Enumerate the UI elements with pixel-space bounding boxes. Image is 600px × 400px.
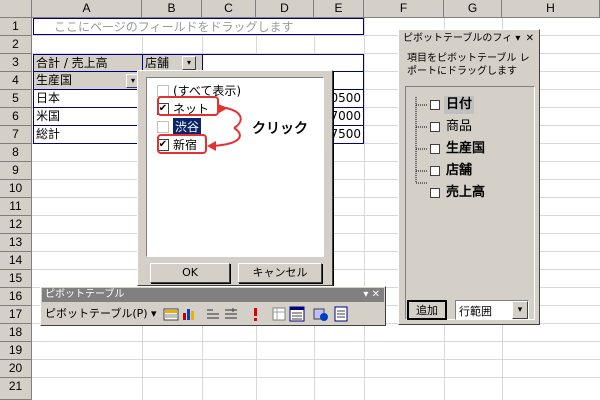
pivot-field-list-window: ピボットテーブルのフィ ▾ ✕ 項目をピボットテーブル レ ポートにドラッグしま… <box>398 29 540 325</box>
field-list-icon[interactable] <box>289 306 305 322</box>
pivot-grand-total-label[interactable]: 総計 <box>33 126 143 144</box>
row-header[interactable]: 17 <box>0 306 32 324</box>
ok-button[interactable]: OK <box>150 263 230 283</box>
refresh-icon[interactable] <box>247 306 263 322</box>
row-header[interactable]: 7 <box>0 126 32 144</box>
toolbar-window-controls[interactable]: ▾ ✕ <box>363 288 380 302</box>
row-header[interactable]: 16 <box>0 288 32 306</box>
row-header[interactable]: 5 <box>0 90 32 108</box>
row-header[interactable]: 12 <box>0 216 32 234</box>
toolbar-title: ピボットテーブル <box>45 289 125 300</box>
row-header[interactable]: 15 <box>0 270 32 288</box>
page-field-drop-zone[interactable]: ここにページのフィールドをドラッグします <box>33 18 364 35</box>
row-header[interactable]: 14 <box>0 252 32 270</box>
select-all-corner[interactable] <box>0 0 32 18</box>
column-header-a[interactable]: A <box>32 0 142 18</box>
field-label: 日付 <box>444 96 475 114</box>
row-header[interactable]: 6 <box>0 108 32 126</box>
field-icon <box>430 100 440 110</box>
column-header-e[interactable]: E <box>314 0 364 18</box>
annotation-highlight-box <box>157 134 207 154</box>
pivot-row-label[interactable]: 米国 <box>33 108 143 126</box>
field-list-hint-line: 項目をピボットテーブル レ <box>407 53 530 64</box>
row-header[interactable]: 1 <box>0 18 32 36</box>
column-header-h[interactable]: H <box>502 0 600 18</box>
field-icon <box>430 166 440 176</box>
area-select-value: 行範囲 <box>459 305 492 318</box>
field-list-titlebar[interactable]: ピボットテーブルのフィ ▾ ✕ <box>400 31 538 47</box>
show-items-icon[interactable] <box>333 306 349 322</box>
field-icon <box>430 122 440 132</box>
row-header[interactable]: 13 <box>0 234 32 252</box>
field-list-hint-line: ポートにドラッグします <box>407 66 517 77</box>
row-header[interactable]: 19 <box>0 342 32 360</box>
chevron-down-icon: ▾ <box>186 58 191 67</box>
row-header[interactable]: 10 <box>0 180 32 198</box>
pivot-row-label[interactable]: 日本 <box>33 90 143 108</box>
pivot-data-field-corner[interactable]: 合計 / 売上高 <box>33 54 143 72</box>
row-header[interactable]: 4 <box>0 72 32 90</box>
add-button[interactable]: 追加 <box>407 300 447 320</box>
pivot-table-menu[interactable]: ピボットテーブル(P) ▾ <box>45 306 157 322</box>
field-settings-icon[interactable] <box>271 306 287 322</box>
column-header-f[interactable]: F <box>364 0 444 18</box>
show-detail-icon[interactable] <box>223 306 239 322</box>
column-header-b[interactable]: B <box>142 0 202 18</box>
row-header[interactable]: 20 <box>0 360 32 378</box>
field-icon <box>430 188 440 198</box>
tree-lines <box>415 97 428 184</box>
annotation-label: クリック <box>252 121 308 137</box>
column-field-dropdown-button[interactable]: ▾ <box>182 56 196 70</box>
field-list-tree: 日付 商品 生産国 店舗 売上高 <box>405 86 535 320</box>
row-header[interactable]: 9 <box>0 162 32 180</box>
close-icon[interactable]: ✕ <box>526 31 534 47</box>
row-header[interactable]: 11 <box>0 198 32 216</box>
field-label: 店舗 <box>446 163 473 178</box>
field-list-title: ピボットテーブルのフィ ▾ <box>403 33 521 44</box>
hide-detail-icon[interactable] <box>205 306 221 322</box>
row-header[interactable]: 18 <box>0 324 32 342</box>
column-header-d[interactable]: D <box>256 0 314 18</box>
format-report-icon[interactable] <box>163 306 179 322</box>
pivot-row-field-label: 生産国 <box>36 73 73 87</box>
toolbar-titlebar[interactable]: ピボットテーブル ▾ ✕ <box>42 288 384 302</box>
row-header[interactable]: 21 <box>0 378 32 400</box>
row-header[interactable]: 2 <box>0 36 32 54</box>
field-label: 売上高 <box>446 185 486 200</box>
chart-wizard-icon[interactable] <box>181 306 197 322</box>
checkbox[interactable] <box>157 121 169 133</box>
row-header[interactable]: 3 <box>0 54 32 72</box>
row-header[interactable]: 8 <box>0 144 32 162</box>
cancel-button[interactable]: キャンセル <box>238 263 322 283</box>
column-header-g[interactable]: G <box>444 0 502 18</box>
chevron-down-icon[interactable]: ▾ <box>512 301 528 319</box>
chevron-down-icon: ▾ <box>130 76 135 85</box>
field-icon <box>430 144 440 154</box>
annotation-arrows-icon <box>207 104 242 151</box>
pivot-toolbar: ピボットテーブル ▾ ✕ ピボットテーブル(P) ▾ <box>40 286 386 326</box>
field-label: 生産国 <box>446 141 486 156</box>
field-list-hint: 項目をピボットテーブル レ ポートにドラッグします <box>407 52 530 78</box>
area-select[interactable]: 行範囲 ▾ <box>455 300 529 320</box>
pivot-column-field-label: 店舗 <box>145 56 170 70</box>
column-header-c[interactable]: C <box>202 0 256 18</box>
table-options-icon[interactable] <box>313 306 329 322</box>
field-label: 商品 <box>446 119 473 134</box>
